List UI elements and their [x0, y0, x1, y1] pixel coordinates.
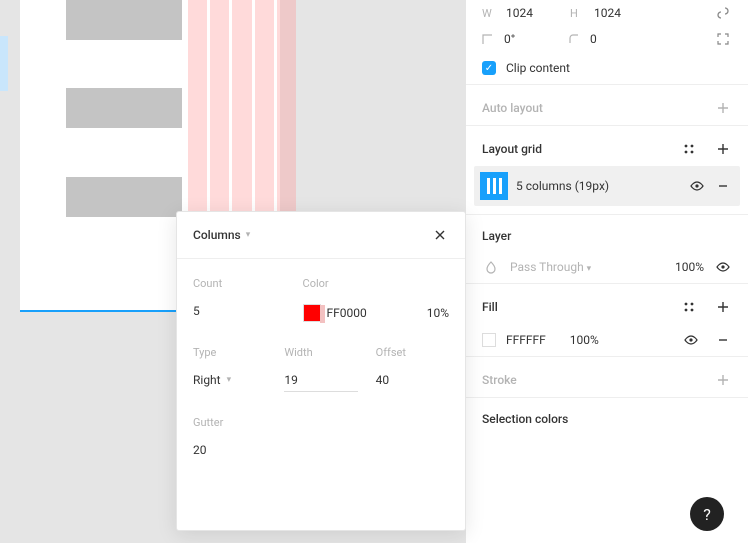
- fill-color-swatch[interactable]: [482, 333, 496, 347]
- width-label: W: [482, 7, 498, 20]
- selection-colors-title: Selection colors: [482, 412, 568, 426]
- blend-row: Pass Through ▾ 100%: [466, 251, 748, 283]
- columns-popover: Columns▾ Count 5 Color FF0000 10% Typ: [176, 211, 466, 531]
- corner-radius-icon: [568, 33, 582, 45]
- rotation-icon: [482, 33, 496, 45]
- toggle-visibility-icon[interactable]: [688, 177, 706, 195]
- clip-content-checkbox[interactable]: ✓: [482, 61, 496, 75]
- layer-visibility-icon[interactable]: [714, 258, 732, 276]
- canvas-block[interactable]: [66, 88, 182, 128]
- blend-mode-icon[interactable]: [482, 258, 500, 276]
- grid-color-hex[interactable]: FF0000: [327, 306, 367, 320]
- fill-hex-input[interactable]: FFFFFF: [506, 333, 546, 347]
- clip-content-row[interactable]: ✓ Clip content: [466, 52, 748, 84]
- stroke-section: Stroke: [466, 357, 748, 397]
- close-icon[interactable]: [431, 226, 449, 244]
- layer-title: Layer: [482, 229, 511, 243]
- canvas-block[interactable]: [66, 177, 182, 217]
- independent-corners-icon[interactable]: [714, 30, 732, 48]
- count-input[interactable]: 5: [193, 304, 285, 318]
- fill-styles-icon[interactable]: [680, 298, 698, 316]
- height-input[interactable]: 1024: [594, 6, 650, 20]
- fill-row: FFFFFF 100%: [466, 324, 748, 356]
- blend-mode-select[interactable]: Pass Through ▾: [510, 260, 591, 274]
- auto-layout-section: Auto layout: [466, 85, 748, 125]
- offset-input[interactable]: 40: [376, 373, 449, 387]
- stroke-title: Stroke: [482, 373, 517, 387]
- layout-grid-item-label: 5 columns (19px): [516, 179, 680, 193]
- clip-content-label: Clip content: [506, 61, 570, 75]
- color-label: Color: [303, 277, 449, 290]
- canvas-block[interactable]: [66, 0, 182, 40]
- gutter-input[interactable]: 20: [193, 443, 449, 457]
- properties-panel: W 1024 H 1024 0° 0 ✓ Clip content Auto l…: [465, 0, 748, 543]
- count-label: Count: [193, 277, 285, 290]
- gutter-label: Gutter: [193, 416, 449, 429]
- layer-opacity-input[interactable]: 100%: [675, 260, 704, 274]
- fill-visibility-icon[interactable]: [682, 331, 700, 349]
- columns-grid-icon[interactable]: [480, 172, 508, 200]
- remove-fill-button[interactable]: [714, 331, 732, 349]
- add-layout-grid-button[interactable]: [714, 140, 732, 158]
- layout-grid-styles-icon[interactable]: [680, 140, 698, 158]
- width-label-pop: Width: [284, 346, 357, 359]
- grid-color-swatch[interactable]: [303, 304, 321, 322]
- auto-layout-title: Auto layout: [482, 101, 543, 115]
- fill-section: Fill: [466, 284, 748, 324]
- help-button[interactable]: ?: [690, 497, 724, 531]
- link-dimensions-icon[interactable]: [714, 4, 732, 22]
- rotation-row: 0° 0: [466, 26, 748, 52]
- add-stroke-button[interactable]: [714, 371, 732, 389]
- type-select[interactable]: Right ▾: [193, 373, 266, 387]
- fill-title: Fill: [482, 300, 498, 314]
- add-autolayout-button[interactable]: [714, 99, 732, 117]
- rotation-input[interactable]: 0°: [504, 32, 560, 46]
- corner-radius-input[interactable]: 0: [590, 32, 646, 46]
- selection-colors-section: Selection colors: [466, 398, 748, 426]
- height-label: H: [570, 7, 586, 20]
- layout-grid-title: Layout grid: [482, 142, 542, 156]
- type-label: Type: [193, 346, 266, 359]
- width-input[interactable]: 1024: [506, 6, 562, 20]
- grid-color-opacity[interactable]: 10%: [427, 306, 449, 320]
- popover-type-select[interactable]: Columns▾: [193, 228, 250, 242]
- layer-section: Layer: [466, 215, 748, 251]
- add-fill-button[interactable]: [714, 298, 732, 316]
- fill-opacity-input[interactable]: 100%: [570, 333, 599, 347]
- remove-grid-button[interactable]: [714, 177, 732, 195]
- width-input-pop[interactable]: 19: [284, 373, 357, 392]
- layout-grid-section: Layout grid: [466, 126, 748, 166]
- offset-label: Offset: [376, 346, 449, 359]
- selection-indicator-left: [0, 36, 8, 91]
- size-row: W 1024 H 1024: [466, 0, 748, 26]
- layout-grid-item[interactable]: 5 columns (19px): [474, 166, 740, 206]
